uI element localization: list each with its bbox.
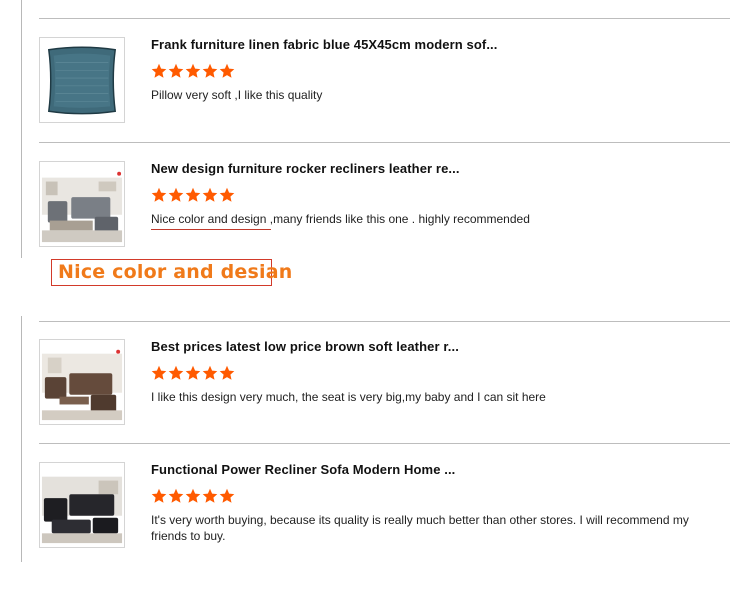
star-rating — [151, 187, 235, 203]
brown-leather-sofa-thumbnail[interactable] — [39, 339, 125, 425]
star-rating — [151, 365, 235, 381]
grey-recliner-sofa-thumbnail[interactable] — [39, 161, 125, 247]
star-icon — [219, 365, 235, 380]
star-icon — [151, 365, 167, 380]
star-icon — [151, 187, 167, 202]
star-icon — [202, 488, 218, 503]
divider — [39, 142, 730, 143]
star-icon — [185, 63, 201, 78]
product-title[interactable]: Frank furniture linen fabric blue 45X45c… — [151, 37, 497, 52]
star-icon — [168, 63, 184, 78]
left-border-top — [21, 0, 22, 258]
star-icon — [202, 63, 218, 78]
pillow-thumbnail[interactable] — [39, 37, 125, 123]
product-title[interactable]: Best prices latest low price brown soft … — [151, 339, 459, 354]
highlight-callout: Nice color and desian — [51, 259, 292, 286]
star-icon — [202, 187, 218, 202]
star-icon — [219, 63, 235, 78]
star-rating — [151, 488, 235, 504]
divider — [39, 321, 730, 322]
star-icon — [151, 488, 167, 503]
product-title[interactable]: Functional Power Recliner Sofa Modern Ho… — [151, 462, 455, 477]
star-icon — [151, 63, 167, 78]
left-border-bottom — [21, 316, 22, 562]
star-icon — [185, 187, 201, 202]
star-icon — [168, 365, 184, 380]
review-comment: I like this design very much, the seat i… — [151, 390, 546, 404]
highlight-underline — [151, 229, 271, 230]
divider — [39, 443, 730, 444]
star-icon — [168, 187, 184, 202]
divider — [39, 18, 730, 19]
star-icon — [219, 187, 235, 202]
star-icon — [185, 365, 201, 380]
star-icon — [202, 365, 218, 380]
star-icon — [219, 488, 235, 503]
review-comment: It's very worth buying, because its qual… — [151, 513, 689, 543]
review-comment: Pillow very soft ,I like this quality — [151, 88, 323, 102]
star-icon — [168, 488, 184, 503]
star-icon — [185, 488, 201, 503]
star-rating — [151, 63, 235, 79]
black-recliner-sofa-thumbnail[interactable] — [39, 462, 125, 548]
review-comment: Nice color and design ,many friends like… — [151, 212, 530, 226]
product-title[interactable]: New design furniture rocker recliners le… — [151, 161, 460, 176]
